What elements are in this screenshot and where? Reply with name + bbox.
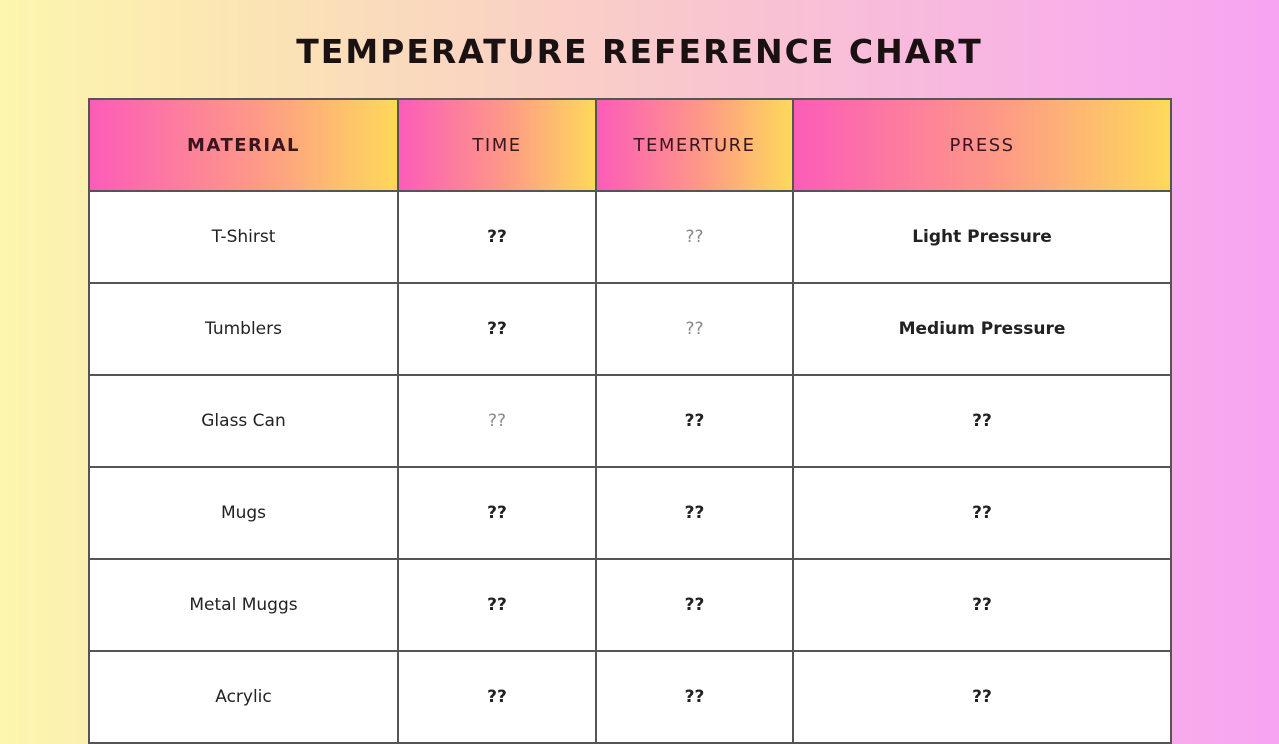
cell-press: Light Pressure — [792, 190, 1172, 284]
cell-press: ?? — [792, 374, 1172, 468]
cell-temperature: ?? — [595, 558, 794, 652]
cell-time: ?? — [397, 374, 597, 468]
header-press: PRESS — [792, 98, 1172, 192]
header-time: TIME — [397, 98, 597, 192]
page-title: TEMPERATURE REFERENCE CHART — [296, 32, 983, 71]
temperature-table: MATERIAL TIME TEMERTURE PRESS T-Shirst??… — [88, 98, 1172, 744]
cell-time: ?? — [397, 558, 597, 652]
table-row: T-Shirst???? Light Pressure — [88, 190, 1172, 284]
table-row: Glass Can?????? — [88, 374, 1172, 468]
cell-material: Metal Muggs — [88, 558, 399, 652]
table-row: Tumblers???? Medium Pressure — [88, 282, 1172, 376]
cell-temperature: ?? — [595, 190, 794, 284]
cell-time: ?? — [397, 466, 597, 560]
cell-temperature: ?? — [595, 282, 794, 376]
cell-material: Tumblers — [88, 282, 399, 376]
table-row: Metal Muggs?????? — [88, 558, 1172, 652]
cell-time: ?? — [397, 650, 597, 744]
cell-time: ?? — [397, 190, 597, 284]
cell-press: ?? — [792, 466, 1172, 560]
header-temperature: TEMERTURE — [595, 98, 794, 192]
header-row: MATERIAL TIME TEMERTURE PRESS — [88, 98, 1172, 192]
cell-time: ?? — [397, 282, 597, 376]
cell-press: Medium Pressure — [792, 282, 1172, 376]
cell-material: Mugs — [88, 466, 399, 560]
cell-material: Acrylic — [88, 650, 399, 744]
cell-temperature: ?? — [595, 374, 794, 468]
cell-material: Glass Can — [88, 374, 399, 468]
cell-temperature: ?? — [595, 466, 794, 560]
cell-material: T-Shirst — [88, 190, 399, 284]
cell-temperature: ?? — [595, 650, 794, 744]
table-row: Mugs?????? — [88, 466, 1172, 560]
cell-press: ?? — [792, 558, 1172, 652]
cell-press: ?? — [792, 650, 1172, 744]
table-row: Acrylic?????? — [88, 650, 1172, 744]
header-material: MATERIAL — [88, 98, 399, 192]
